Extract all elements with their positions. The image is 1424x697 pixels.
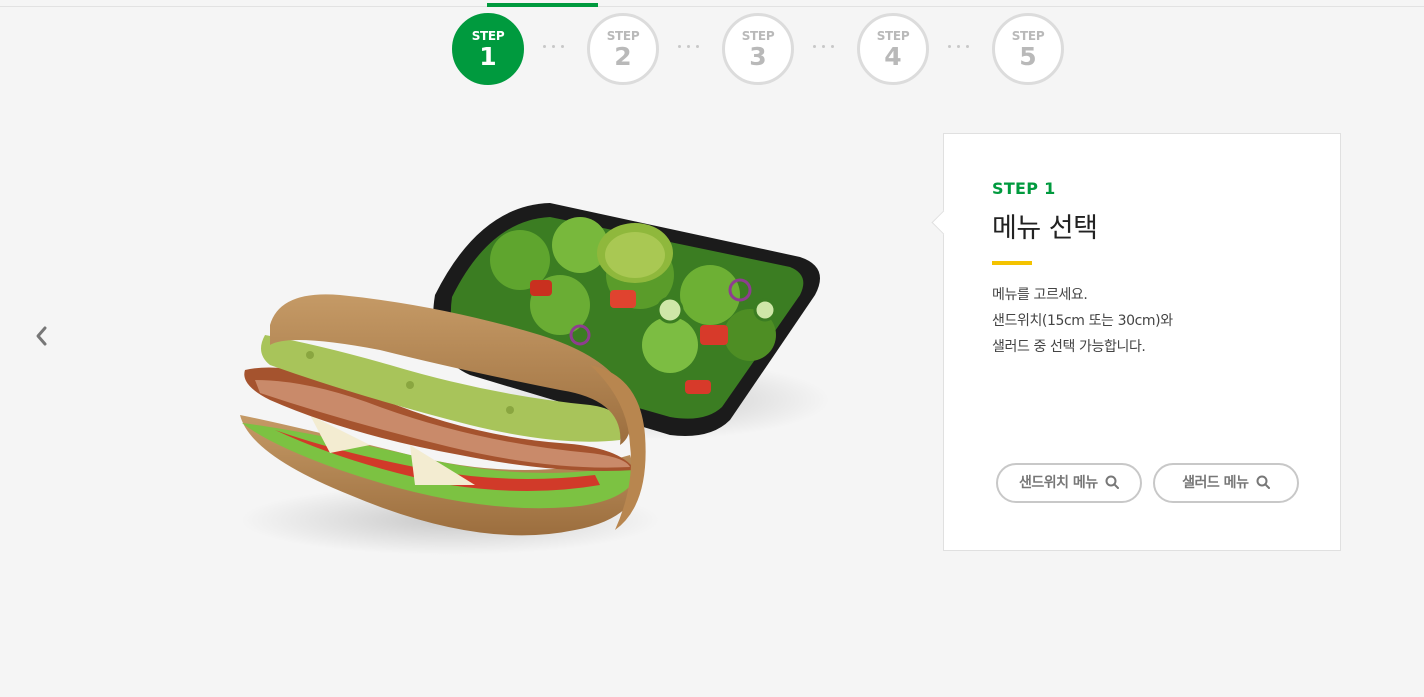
step-separator — [543, 45, 573, 49]
step-label: STEP — [1011, 29, 1045, 43]
description-line: 메뉴를 고르세요. — [992, 287, 1088, 303]
step-indicator: STEP 1 STEP 2 STEP 3 STEP 4 STEP 5 — [452, 13, 1064, 85]
card-pointer — [931, 210, 956, 235]
sandwich-menu-button[interactable]: 샌드위치 메뉴 — [996, 463, 1142, 503]
header-divider — [0, 6, 1424, 7]
nav-active-indicator — [487, 3, 598, 7]
step-number: 1 — [479, 42, 497, 71]
sandwich-menu-label: 샌드위치 메뉴 — [1018, 475, 1098, 491]
step-label: STEP — [471, 29, 505, 43]
chevron-left-icon[interactable] — [30, 322, 54, 350]
step-label: STEP — [606, 29, 640, 43]
step-separator — [813, 45, 843, 49]
search-icon — [1105, 475, 1120, 489]
salad-menu-label: 샐러드 메뉴 — [1182, 475, 1249, 491]
card-step-label: STEP 1 — [992, 179, 1056, 198]
description-line: 샌드위치(15cm 또는 30cm)와 — [992, 313, 1173, 329]
step-3[interactable]: STEP 3 — [722, 13, 794, 85]
step-separator — [948, 45, 978, 49]
step-number: 5 — [1019, 42, 1037, 71]
step-2[interactable]: STEP 2 — [587, 13, 659, 85]
step-1[interactable]: STEP 1 — [452, 13, 524, 85]
search-icon — [1256, 475, 1270, 489]
step-number: 3 — [749, 42, 767, 71]
card-description: 메뉴를 고르세요. 샌드위치(15cm 또는 30cm)와 샐러드 중 선택 가… — [992, 282, 1173, 360]
step-number: 2 — [614, 42, 632, 71]
step-info-card: STEP 1 메뉴 선택 메뉴를 고르세요. 샌드위치(15cm 또는 30cm… — [931, 133, 1341, 551]
description-line: 샐러드 중 선택 가능합니다. — [992, 339, 1146, 355]
card-title: 메뉴 선택 — [992, 213, 1098, 244]
step-4[interactable]: STEP 4 — [857, 13, 929, 85]
step-separator — [678, 45, 708, 49]
title-underline — [992, 261, 1032, 265]
step-number: 4 — [884, 42, 902, 71]
step-5[interactable]: STEP 5 — [992, 13, 1064, 85]
step-label: STEP — [741, 29, 775, 43]
step-label: STEP — [876, 29, 910, 43]
salad-menu-button[interactable]: 샐러드 메뉴 — [1153, 463, 1299, 503]
sandwich-salad-image — [230, 185, 830, 560]
